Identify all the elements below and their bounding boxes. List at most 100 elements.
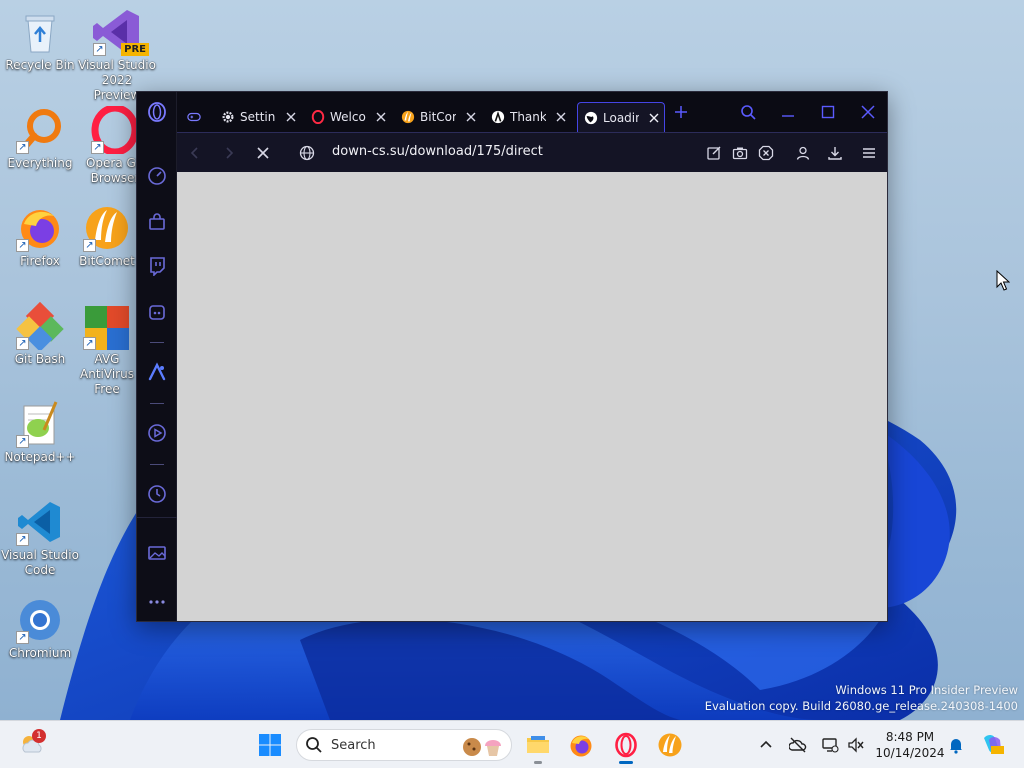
back-button[interactable] — [185, 143, 205, 163]
desktop-icon-chromium[interactable]: ↗ Chromium — [0, 596, 80, 661]
running-indicator — [534, 761, 542, 764]
desktop-icon-label: Git Bash — [14, 352, 66, 366]
windows-logo-icon — [259, 734, 281, 756]
tab-thank[interactable]: Thank — [485, 102, 568, 132]
taskbar-search-box[interactable]: Search — [296, 729, 512, 761]
close-tab-icon[interactable] — [554, 110, 568, 124]
search-tabs-button[interactable] — [734, 100, 762, 124]
taskbar-opera-gx[interactable] — [610, 729, 642, 764]
opera-browser-window[interactable]: Settings Welcome BitComet — [136, 91, 888, 622]
address-toolbar: down-cs.su/download/175/direct — [177, 132, 887, 172]
taskbar-file-explorer[interactable] — [522, 729, 554, 764]
desktop-icon-everything[interactable]: ↗ Everything — [0, 106, 80, 171]
wallpaper-gallery-icon[interactable] — [145, 541, 169, 565]
notifications-button[interactable] — [944, 733, 968, 757]
desktop-icon-bitcomet[interactable]: ↗ BitComet — [77, 204, 137, 269]
history-clock-icon[interactable] — [145, 482, 169, 506]
desktop-icon-firefox[interactable]: ↗ Firefox — [0, 204, 80, 269]
tab-gx-control[interactable] — [185, 102, 206, 132]
bitcomet-icon — [401, 110, 415, 124]
close-window-button[interactable] — [854, 100, 882, 124]
recycle-bin-icon — [16, 8, 64, 56]
easy-setup-menu-button[interactable] — [859, 143, 879, 163]
taskbar-bitcomet[interactable] — [654, 729, 686, 761]
plus-icon — [675, 106, 687, 118]
search-placeholder: Search — [331, 737, 376, 753]
copilot-preview-icon — [984, 735, 1004, 754]
opera-gx-icon — [615, 732, 637, 758]
site-info-button[interactable] — [297, 143, 317, 163]
forward-button[interactable] — [219, 143, 239, 163]
start-button[interactable] — [254, 729, 286, 761]
easy-setup-button[interactable] — [704, 143, 724, 163]
notepad-plus-plus-icon: ↗ — [16, 400, 64, 448]
desktop-icon-vscode[interactable]: ↗ Visual Studio Code — [0, 498, 80, 578]
close-tab-icon[interactable] — [374, 110, 388, 124]
desktop-icon-avg[interactable]: ↗ AVG AntiVirus Free — [77, 302, 137, 397]
account-button[interactable] — [793, 143, 813, 163]
tab-label: Loading — [603, 110, 639, 125]
speaker-muted-icon — [848, 737, 864, 753]
close-icon — [257, 147, 269, 159]
tab-label: Settings — [240, 110, 276, 124]
tab-settings[interactable]: Settings — [215, 102, 298, 132]
opera-icon — [311, 110, 325, 124]
sidebar-separator — [150, 403, 164, 404]
speed-dial-icon[interactable] — [145, 164, 169, 188]
opera-menu-icon[interactable] — [145, 100, 169, 124]
close-tab-icon[interactable] — [647, 111, 661, 125]
downloads-button[interactable] — [825, 143, 845, 163]
bitcomet-icon: ↗ — [83, 204, 131, 252]
tab-welcome[interactable]: Welcome — [305, 102, 388, 132]
gamepad-icon — [187, 110, 201, 124]
tab-loading[interactable]: Loading — [577, 102, 665, 132]
edit-icon — [707, 146, 721, 160]
shortcut-arrow-icon: ↗ — [91, 141, 104, 154]
desktop-icon-notepad-plus-plus[interactable]: ↗ Notepad++ — [0, 400, 80, 465]
clock-time: 8:48 PM — [885, 730, 935, 744]
network-tray-button[interactable] — [818, 733, 842, 757]
volume-tray-button[interactable] — [844, 733, 868, 757]
maximize-button[interactable] — [814, 100, 842, 124]
menu-icon — [863, 148, 875, 158]
shortcut-arrow-icon: ↗ — [16, 631, 29, 644]
new-tab-button[interactable] — [667, 100, 695, 124]
sidebar-separator — [150, 464, 164, 465]
weather-widget[interactable]: 1 — [16, 729, 48, 761]
shortcut-arrow-icon: ↗ — [16, 533, 29, 546]
opera-gx-icon: ↗ — [91, 106, 139, 154]
twitch-icon[interactable] — [145, 254, 169, 278]
shopping-bag-icon[interactable] — [145, 210, 169, 234]
adblock-button[interactable] — [756, 143, 776, 163]
globe-icon — [584, 111, 598, 125]
taskbar-firefox[interactable] — [565, 729, 597, 761]
player-icon[interactable] — [145, 421, 169, 445]
desktop-icon-visual-studio-preview[interactable]: ↗ PRE Visual Studio 2022 Preview — [77, 8, 157, 103]
folder-icon — [527, 736, 549, 753]
onedrive-tray-button[interactable] — [786, 733, 810, 757]
more-options-icon[interactable] — [145, 590, 169, 614]
system-clock[interactable]: 8:48 PM 10/14/2024 — [872, 729, 948, 761]
desktop-icon-recycle-bin[interactable]: Recycle Bin — [0, 8, 80, 73]
copilot-button[interactable] — [976, 729, 1008, 761]
minimize-button[interactable] — [774, 100, 802, 124]
close-tab-icon[interactable] — [464, 110, 478, 124]
aria-ai-icon[interactable] — [145, 360, 169, 384]
tab-bitcomet[interactable]: BitComet — [395, 102, 478, 132]
show-hidden-icons-button[interactable] — [754, 733, 778, 757]
desktop-icon-label: Firefox — [20, 254, 60, 268]
watermark-line-2: Evaluation copy. Build 26080.ge_release.… — [704, 699, 1018, 713]
desktop-icon-git-bash[interactable]: ↗ Git Bash — [0, 302, 80, 367]
shortcut-arrow-icon: ↗ — [16, 337, 29, 350]
close-tab-icon[interactable] — [284, 110, 298, 124]
url-text[interactable]: down-cs.su/download/175/direct — [332, 144, 543, 159]
search-icon — [741, 105, 756, 120]
browser-sidebar — [137, 92, 177, 621]
discord-icon[interactable] — [145, 300, 169, 324]
page-content-area[interactable] — [177, 172, 887, 621]
close-icon — [861, 105, 875, 119]
tab-label: Welcome — [330, 110, 366, 124]
snapshot-button[interactable] — [730, 143, 750, 163]
stop-loading-button[interactable] — [253, 143, 273, 163]
globe-icon — [299, 145, 315, 161]
